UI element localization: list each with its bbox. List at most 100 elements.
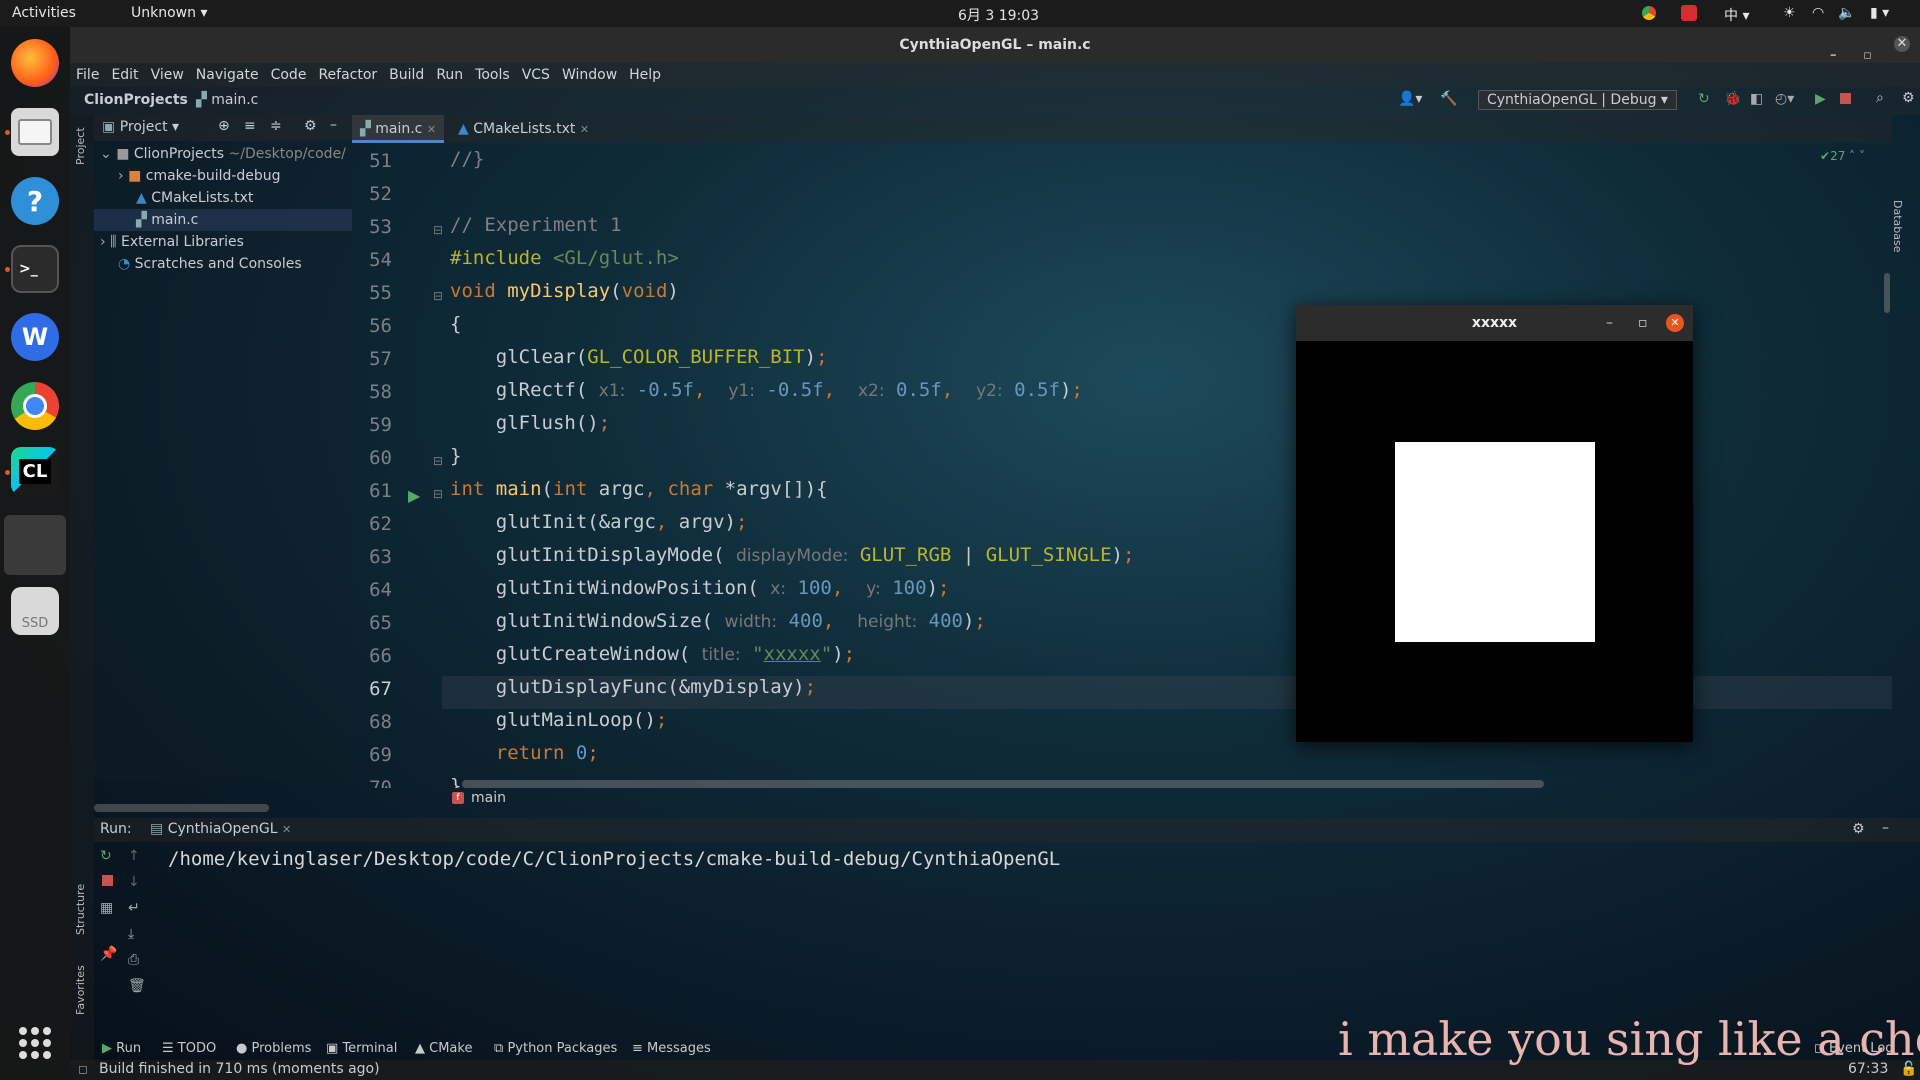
- structure-tool-tab[interactable]: Structure: [74, 884, 87, 935]
- search-icon[interactable]: ⌕: [1876, 90, 1884, 106]
- tab-todo[interactable]: ☰ TODO: [162, 1041, 216, 1056]
- activities-button[interactable]: Activities: [12, 5, 76, 21]
- maximize-button[interactable]: ▫: [1638, 305, 1648, 341]
- clion-icon[interactable]: CL: [11, 447, 59, 495]
- user-icon[interactable]: 👤▾: [1398, 91, 1422, 107]
- tree-item-main-c[interactable]: ▞ main.c: [94, 209, 352, 231]
- terminal-icon[interactable]: >_: [11, 245, 59, 293]
- menu-window[interactable]: Window: [556, 63, 623, 83]
- rerun-icon[interactable]: ↻: [1698, 91, 1710, 107]
- print-icon[interactable]: ⎙: [128, 952, 139, 968]
- expand-all-icon[interactable]: ≡: [244, 118, 256, 134]
- wifi-icon[interactable]: ◠: [1812, 5, 1824, 21]
- hide-run-panel-icon[interactable]: –: [1882, 820, 1889, 836]
- tab-messages[interactable]: ≡ Messages: [632, 1041, 711, 1056]
- run-tab[interactable]: ▤ CynthiaOpenGL ✕: [150, 821, 291, 837]
- opengl-window[interactable]: xxxxx – ▫ ✕: [1296, 305, 1693, 742]
- locate-icon[interactable]: ⊕: [218, 118, 230, 134]
- tab-terminal[interactable]: ▣ Terminal: [326, 1041, 397, 1056]
- breadcrumb-file[interactable]: ▞ main.c: [196, 92, 258, 108]
- project-tool-tab[interactable]: Project: [74, 127, 87, 165]
- close-tab-icon[interactable]: ✕: [427, 123, 436, 136]
- trash-icon[interactable]: 🗑: [128, 978, 146, 994]
- editor-vertical-scrollbar[interactable]: [1884, 273, 1890, 313]
- menu-file[interactable]: File: [70, 63, 105, 83]
- down-arrow-icon[interactable]: ↓: [128, 874, 140, 890]
- menu-refactor[interactable]: Refactor: [312, 63, 383, 83]
- firefox-icon[interactable]: [11, 39, 59, 87]
- settings-gear-icon[interactable]: ⚙: [1902, 90, 1915, 106]
- tab-cmake[interactable]: ▲ CMake: [415, 1041, 472, 1056]
- database-tool-tab[interactable]: Database: [1891, 200, 1904, 253]
- pin-icon[interactable]: 📌: [100, 946, 117, 962]
- favorites-tool-tab[interactable]: Favorites: [74, 965, 87, 1015]
- close-button[interactable]: ✕: [1666, 314, 1684, 332]
- menu-code[interactable]: Code: [265, 63, 313, 83]
- menu-vcs[interactable]: VCS: [516, 63, 556, 83]
- attach-icon[interactable]: ▶: [1815, 91, 1826, 107]
- chrome-tray-icon[interactable]: [1642, 6, 1656, 20]
- stop-icon[interactable]: [1840, 93, 1851, 104]
- breadcrumb-project[interactable]: ClionProjects: [84, 92, 188, 108]
- tree-item-scratches[interactable]: ◔ Scratches and Consoles: [118, 253, 302, 275]
- tab-problems[interactable]: ● Problems: [236, 1041, 311, 1056]
- minimize-button[interactable]: –: [1606, 305, 1613, 341]
- menu-tools[interactable]: Tools: [469, 63, 516, 83]
- stop-icon[interactable]: [102, 875, 113, 886]
- layout-icon[interactable]: ▦: [100, 900, 113, 916]
- scroll-to-end-icon[interactable]: ⤓: [128, 926, 134, 942]
- tree-item-cmakelists[interactable]: ▲ CMakeLists.txt: [136, 187, 253, 209]
- run-settings-icon[interactable]: ⚙: [1852, 821, 1865, 837]
- run-config-dropdown[interactable]: CynthiaOpenGL | Debug ▾: [1478, 90, 1677, 110]
- soft-wrap-icon[interactable]: ↵: [128, 900, 140, 916]
- tab-main-c[interactable]: ▞ main.c ✕: [352, 115, 445, 143]
- profiler-icon[interactable]: ◴▾: [1775, 91, 1794, 107]
- panel-settings-icon[interactable]: ⚙: [304, 118, 317, 134]
- menu-edit[interactable]: Edit: [105, 63, 144, 83]
- hide-panel-icon[interactable]: –: [330, 117, 337, 133]
- wps-icon[interactable]: W: [11, 313, 59, 361]
- help-icon[interactable]: ?: [11, 177, 59, 225]
- weibo-tray-icon[interactable]: [1681, 5, 1697, 21]
- up-arrow-icon[interactable]: ↑: [128, 848, 140, 864]
- collapse-all-icon[interactable]: ≑: [270, 118, 282, 134]
- console-output[interactable]: /home/kevinglaser/Desktop/code/C/ClionPr…: [168, 848, 1060, 870]
- volume-icon[interactable]: 🔈: [1838, 5, 1855, 21]
- editor-breadcrumb[interactable]: f main: [442, 788, 1892, 812]
- window-title-bar[interactable]: CynthiaOpenGL – main.c – ▫ ✕: [70, 27, 1920, 63]
- close-tab-icon[interactable]: ✕: [282, 823, 291, 836]
- close-button[interactable]: ✕: [1894, 36, 1910, 52]
- menu-build[interactable]: Build: [383, 63, 430, 83]
- battery-icon[interactable]: ▮ ▾: [1870, 5, 1889, 21]
- input-method[interactable]: 中 ▾: [1724, 5, 1749, 25]
- menu-help[interactable]: Help: [623, 63, 667, 83]
- run-gutter-icon[interactable]: ▶: [408, 486, 420, 505]
- tree-item-root[interactable]: ⌄ ■ ClionProjects ~/Desktop/code/: [100, 143, 346, 165]
- menu-run[interactable]: Run: [430, 63, 469, 83]
- chrome-icon[interactable]: [11, 382, 59, 430]
- clock[interactable]: 6月 3 19:03: [958, 5, 1039, 25]
- ssd-drive-icon[interactable]: SSD: [11, 587, 59, 635]
- tab-run[interactable]: ▶ Run: [102, 1041, 141, 1056]
- rerun-icon[interactable]: ↻: [100, 848, 112, 864]
- brightness-icon[interactable]: ☀: [1783, 5, 1796, 21]
- opengl-window-title-bar[interactable]: xxxxx – ▫ ✕: [1296, 305, 1693, 341]
- tab-python-packages[interactable]: ⧉ Python Packages: [494, 1041, 617, 1056]
- coverage-icon[interactable]: ◧: [1750, 91, 1763, 107]
- menu-view[interactable]: View: [145, 63, 190, 83]
- horizontal-scrollbar[interactable]: [94, 804, 269, 812]
- tree-item-cmake-build-debug[interactable]: › ■ cmake-build-debug: [118, 165, 281, 187]
- build-hammer-icon[interactable]: 🔨: [1440, 91, 1457, 107]
- active-app-icon[interactable]: [4, 515, 66, 575]
- show-apps-icon[interactable]: [19, 1027, 51, 1059]
- app-menu[interactable]: Unknown ▾: [131, 5, 207, 21]
- files-icon[interactable]: [11, 108, 59, 156]
- menu-navigate[interactable]: Navigate: [190, 63, 265, 83]
- tree-item-external-libraries[interactable]: › ⫼ External Libraries: [100, 231, 244, 253]
- close-tab-icon[interactable]: ✕: [580, 123, 589, 136]
- debug-icon[interactable]: 🐞: [1724, 91, 1741, 107]
- editor-horizontal-scrollbar[interactable]: [462, 780, 1544, 788]
- tab-cmakelists[interactable]: ▲ CMakeLists.txt ✕: [450, 115, 597, 143]
- status-message[interactable]: Build finished in 710 ms (moments ago): [99, 1061, 380, 1077]
- project-view-dropdown[interactable]: ▣ Project ▾: [102, 119, 179, 135]
